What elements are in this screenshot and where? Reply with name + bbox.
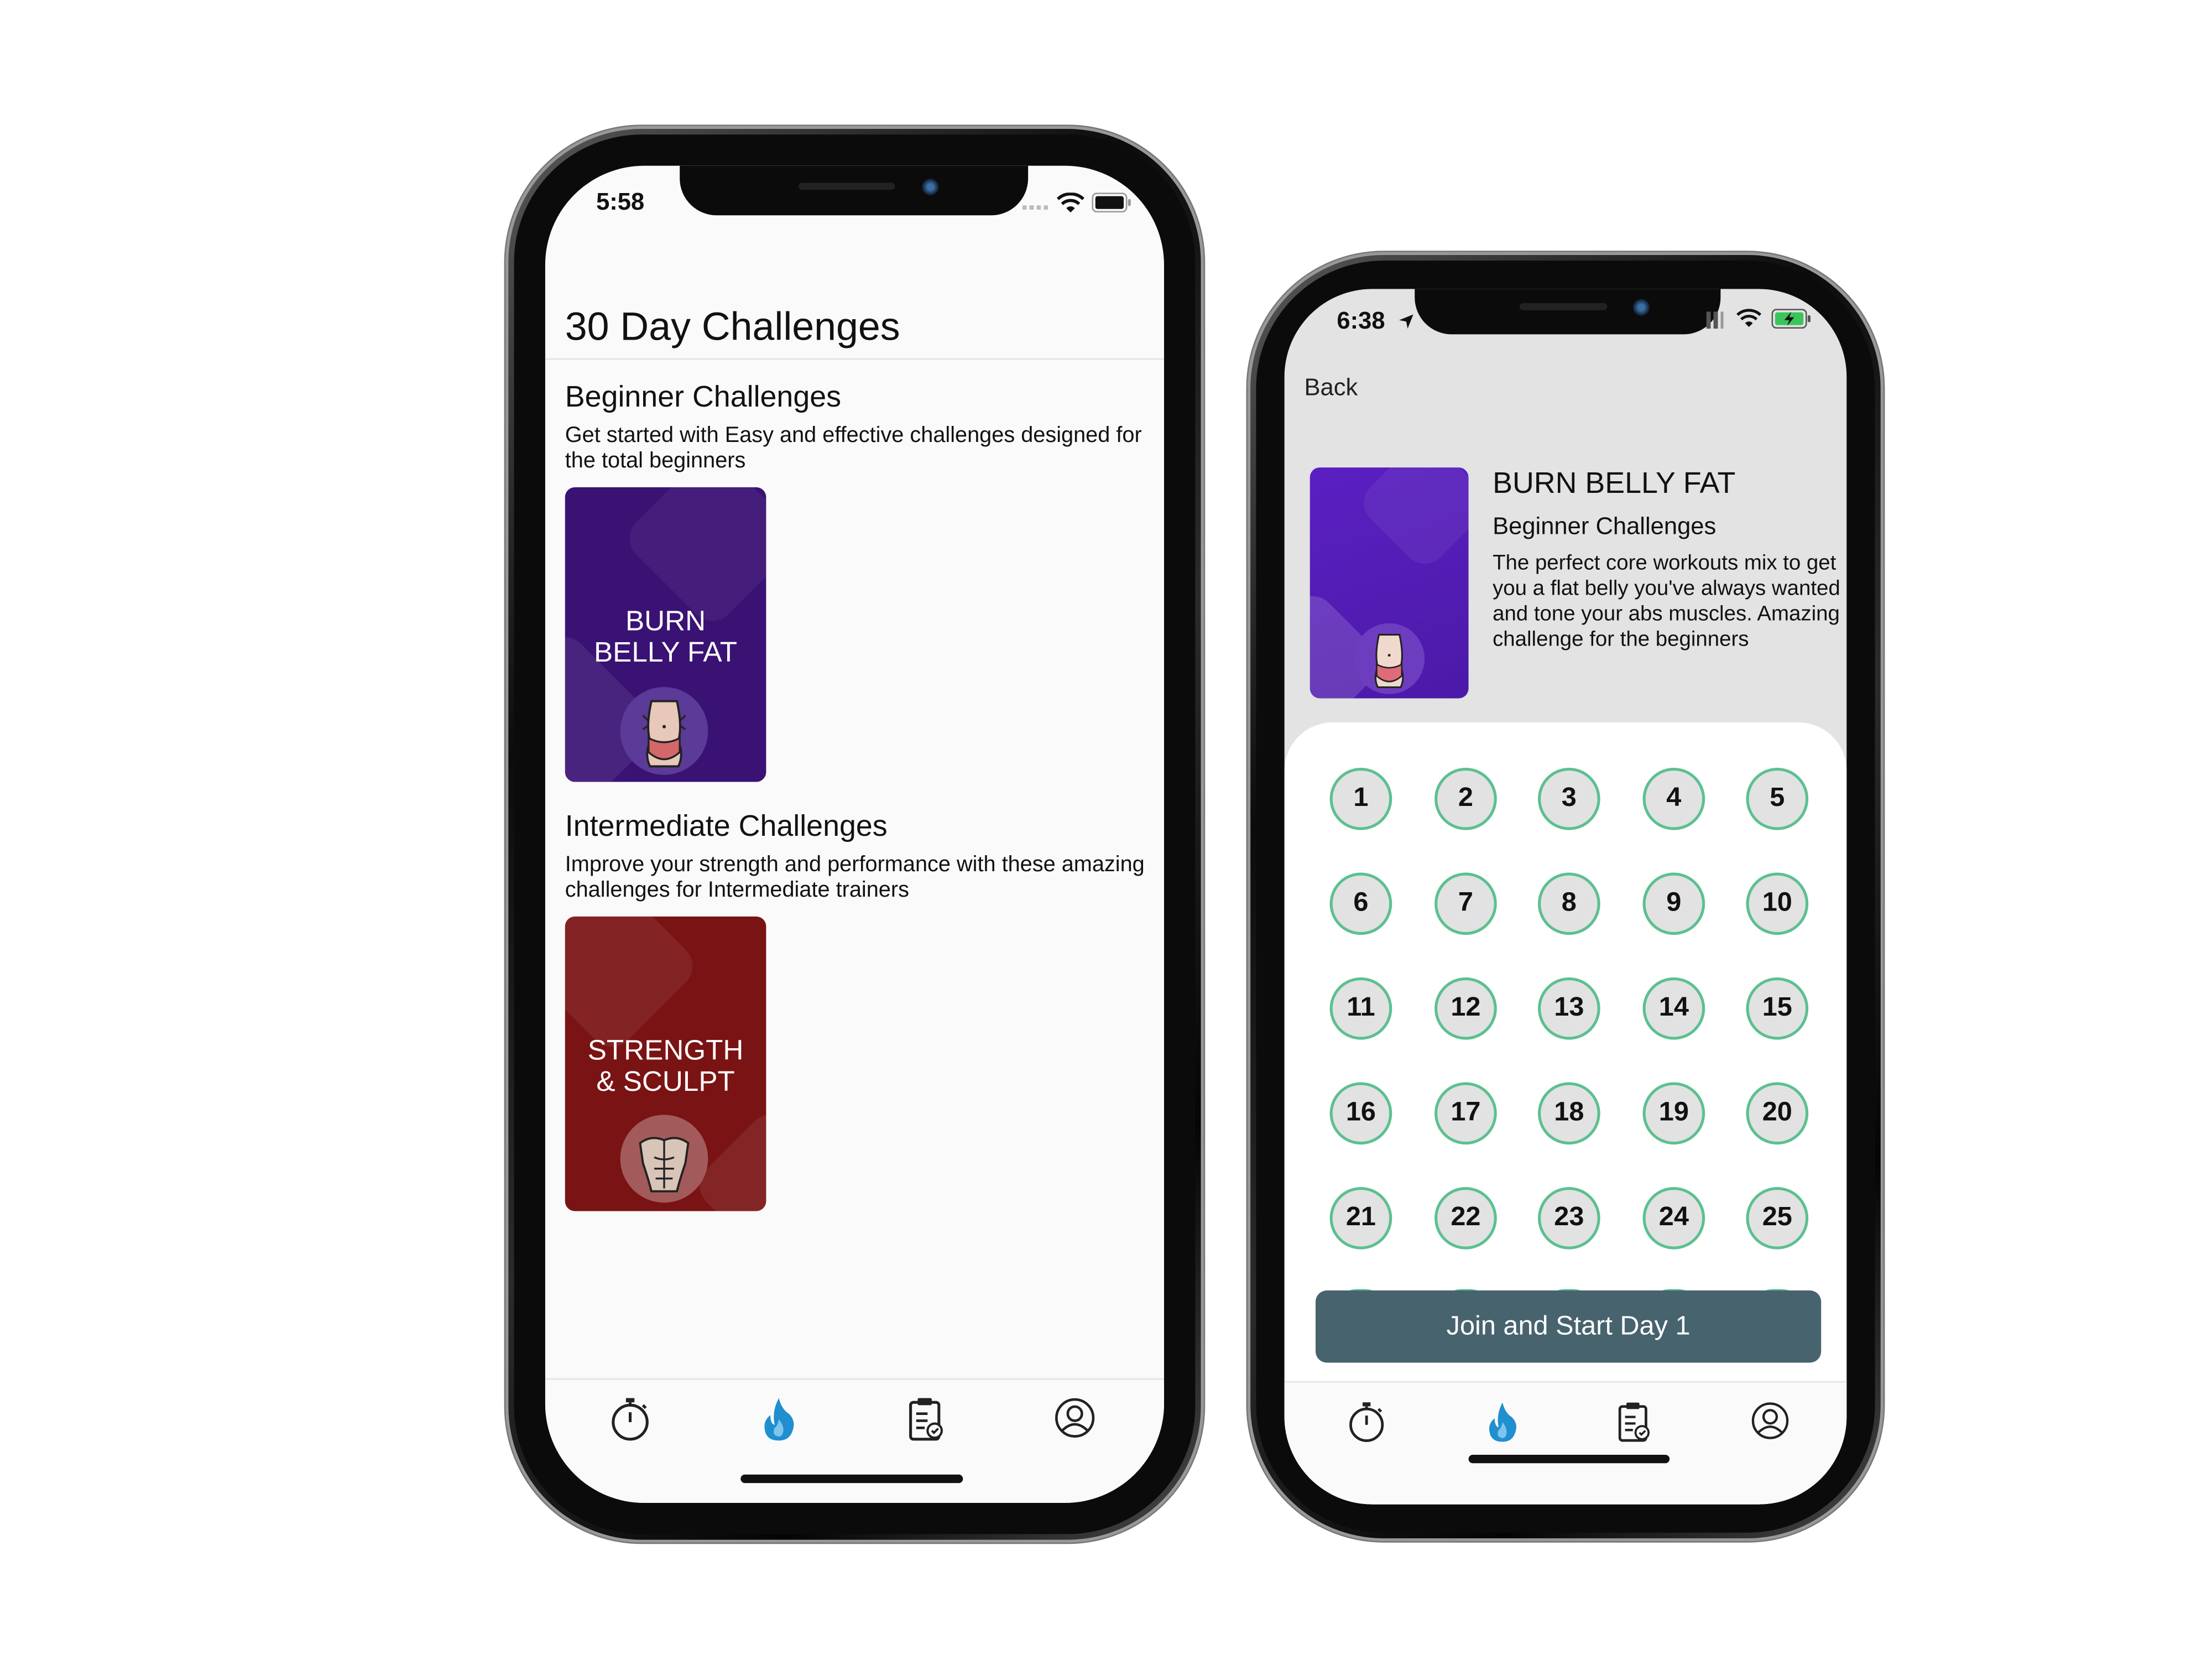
status-time: 6:38 [1337, 307, 1385, 335]
section-desc-intermediate: Improve your strength and performance wi… [565, 852, 1145, 903]
day-button[interactable]: 8 [1538, 872, 1600, 935]
notch [1415, 289, 1721, 335]
tab-profile[interactable] [1046, 1390, 1103, 1446]
day-button[interactable]: 13 [1538, 977, 1600, 1040]
torso-icon [620, 1115, 708, 1203]
flame-icon [1489, 1402, 1516, 1442]
back-button[interactable]: Back [1304, 374, 1358, 402]
card-label: BURN BELLY FAT [565, 606, 766, 669]
location-arrow-icon [1399, 314, 1413, 329]
challenge-thumbnail [1310, 467, 1469, 699]
tab-timer[interactable] [602, 1391, 658, 1448]
day-button[interactable]: 4 [1642, 767, 1705, 830]
tab-bar [545, 1378, 1164, 1503]
status-time: 5:58 [596, 188, 645, 216]
card-strength-sculpt[interactable]: STRENGTH & SCULPT [565, 916, 766, 1211]
clipboard-icon [1618, 1402, 1650, 1442]
day-button[interactable]: 1 [1329, 767, 1392, 830]
day-button[interactable]: 22 [1434, 1187, 1497, 1250]
phone-frame-right: 6:38 Back BURN BELLY FAT Beginner Challe… [1248, 252, 1884, 1542]
home-indicator [1468, 1454, 1670, 1464]
phone-frame-left: 5:58 30 Day Challenges Beginner Challeng… [505, 126, 1204, 1543]
tab-workouts[interactable] [898, 1391, 954, 1448]
speaker [799, 183, 895, 190]
day-button[interactable]: 9 [1642, 872, 1705, 935]
day-button[interactable]: 2 [1434, 767, 1497, 830]
camera [922, 178, 939, 196]
day-button[interactable]: 23 [1538, 1187, 1600, 1250]
speaker [1519, 303, 1608, 310]
day-button[interactable]: 25 [1746, 1187, 1809, 1250]
card-burn-belly-fat[interactable]: BURN BELLY FAT [565, 487, 766, 782]
home-indicator [740, 1474, 963, 1484]
join-start-button[interactable]: Join and Start Day 1 [1315, 1290, 1822, 1363]
card-label: STRENGTH & SCULPT [565, 1035, 766, 1098]
battery-icon [1092, 192, 1131, 213]
signal-icon [1022, 205, 1051, 210]
tab-workouts[interactable] [1606, 1394, 1662, 1450]
section-title-intermediate: Intermediate Challenges [565, 810, 888, 843]
day-button[interactable]: 20 [1746, 1082, 1809, 1145]
card-label-line1: BURN [625, 606, 706, 638]
tab-timer[interactable] [1338, 1394, 1395, 1450]
battery-charging-icon [1771, 309, 1811, 329]
challenge-detail-screen: 6:38 Back BURN BELLY FAT Beginner Challe… [1284, 289, 1847, 1505]
day-button[interactable]: 21 [1329, 1187, 1392, 1250]
profile-icon [1055, 1398, 1095, 1438]
day-button[interactable]: 3 [1538, 767, 1600, 830]
day-button[interactable]: 24 [1642, 1187, 1705, 1250]
notch [680, 165, 1029, 216]
wifi-icon [1056, 192, 1084, 213]
day-button[interactable]: 10 [1746, 872, 1809, 935]
section-desc-beginner: Get started with Easy and effective chal… [565, 423, 1142, 473]
card-label-line1: STRENGTH [587, 1035, 744, 1067]
card-decoration [1354, 467, 1469, 573]
challenge-level: Beginner Challenges [1493, 513, 1717, 540]
day-button[interactable]: 18 [1538, 1082, 1600, 1145]
day-button[interactable]: 19 [1642, 1082, 1705, 1145]
challenge-description: The perfect core workouts mix to get you… [1493, 551, 1840, 652]
day-button[interactable]: 11 [1329, 977, 1392, 1040]
day-button[interactable]: 5 [1746, 767, 1809, 830]
day-button[interactable]: 15 [1746, 977, 1809, 1040]
day-button[interactable]: 16 [1329, 1082, 1392, 1145]
stopwatch-icon [612, 1398, 649, 1441]
day-button[interactable]: 6 [1329, 872, 1392, 935]
page-title: 30 Day Challenges [565, 304, 900, 348]
signal-icon [1706, 311, 1724, 329]
belly-icon [620, 686, 708, 775]
profile-icon [1751, 1402, 1789, 1439]
clipboard-icon [909, 1398, 943, 1441]
belly-icon [1354, 623, 1425, 694]
challenge-title: BURN BELLY FAT [1493, 467, 1736, 500]
camera [1632, 299, 1650, 316]
tab-challenges[interactable] [1474, 1394, 1531, 1450]
challenges-screen: 5:58 30 Day Challenges Beginner Challeng… [545, 165, 1164, 1503]
day-button[interactable]: 17 [1434, 1082, 1497, 1145]
tab-challenges[interactable] [750, 1391, 807, 1448]
tab-bar [1284, 1381, 1847, 1505]
day-button[interactable]: 7 [1434, 872, 1497, 935]
card-label-line2: BELLY FAT [594, 637, 738, 669]
day-button[interactable]: 12 [1434, 977, 1497, 1040]
day-button[interactable]: 14 [1642, 977, 1705, 1040]
stopwatch-icon [1349, 1402, 1384, 1442]
section-title-beginner: Beginner Challenges [565, 381, 842, 414]
wifi-icon [1736, 309, 1762, 327]
title-divider [545, 358, 1164, 360]
flame-icon [764, 1398, 794, 1441]
card-label-line2: & SCULPT [596, 1066, 735, 1098]
tab-profile[interactable] [1742, 1392, 1798, 1449]
